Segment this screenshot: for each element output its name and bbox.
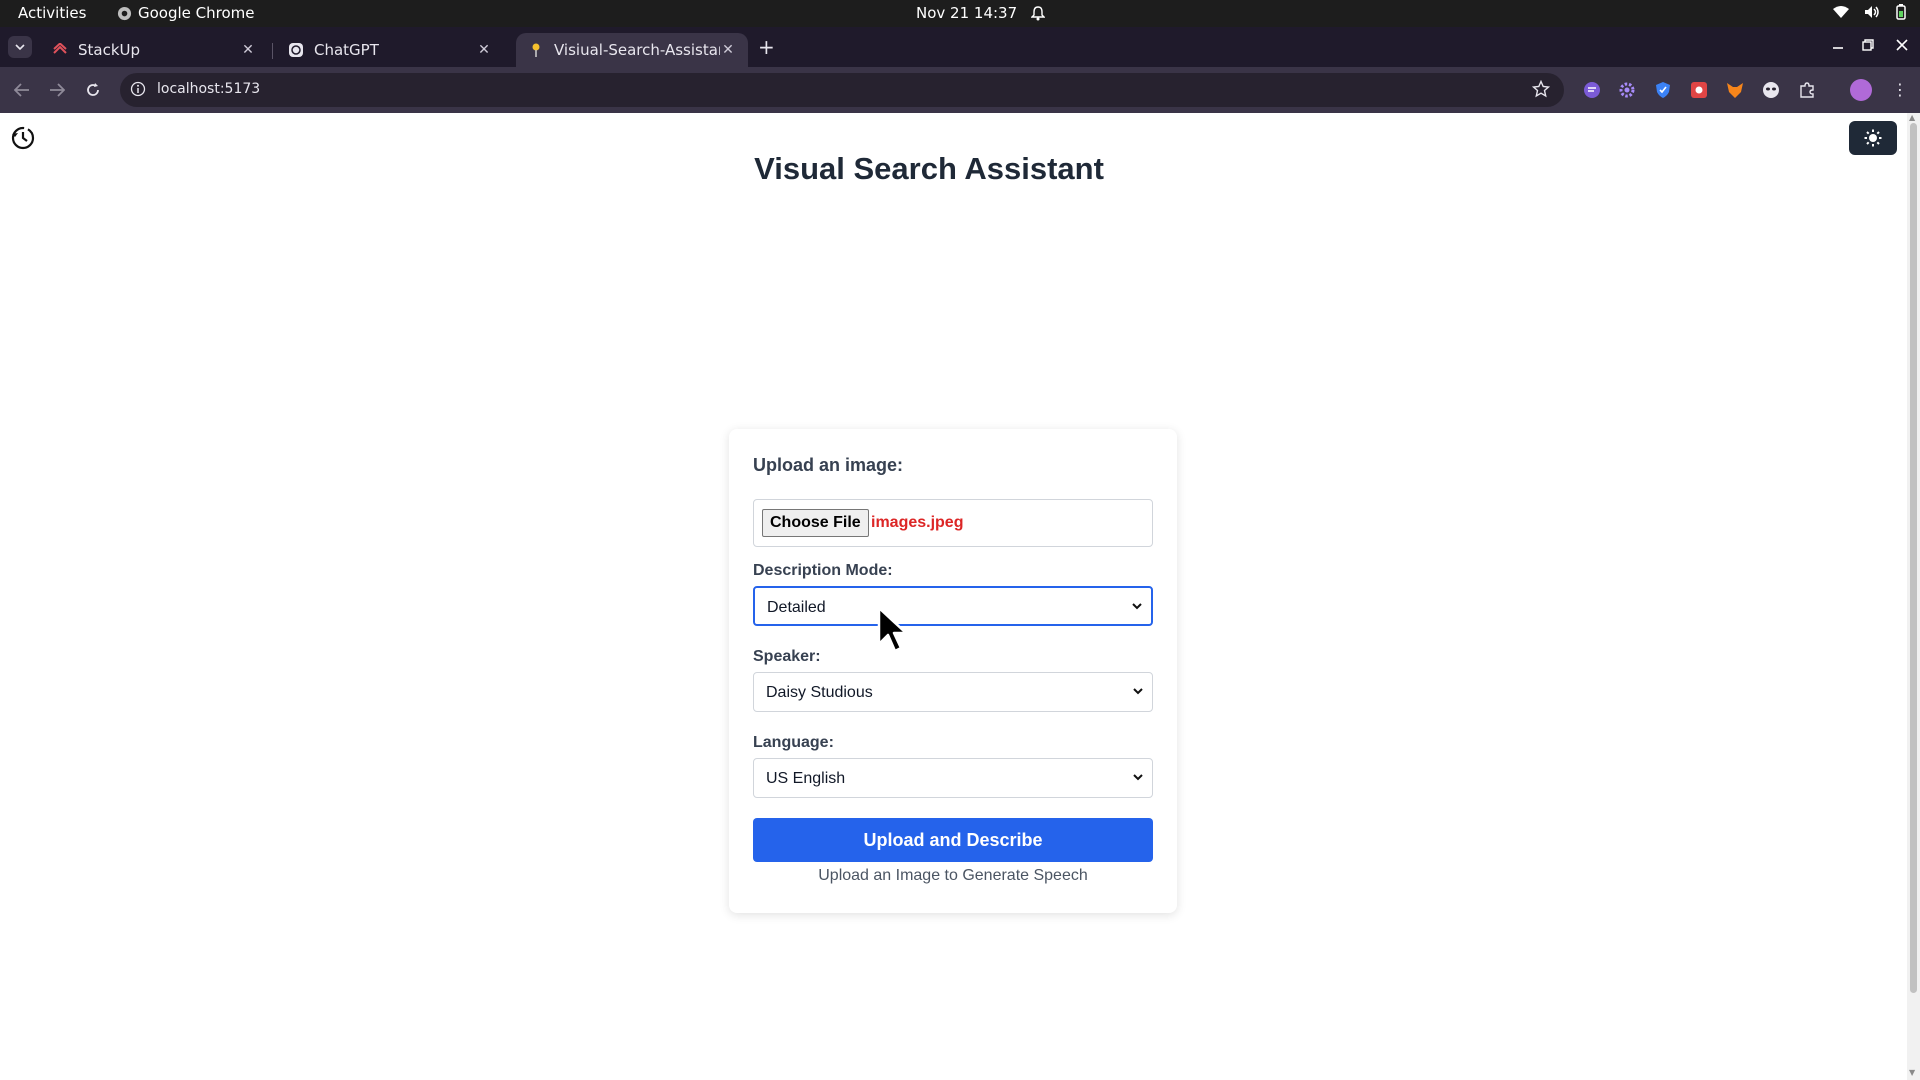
upload-card: Upload an image: Choose File images.jpeg… [729,429,1177,913]
tab-visual-search-assistant[interactable]: Visiual-Search-Assistant ✕ [516,33,748,67]
ext-mask-icon[interactable] [1761,80,1781,100]
bookmark-star-icon[interactable] [1531,79,1551,102]
minimize-button[interactable] [1832,39,1844,55]
scroll-down-arrow[interactable]: ▼ [1909,1068,1915,1077]
os-top-bar: Activities Google Chrome Nov 21 14:37 [0,0,1920,27]
forward-button[interactable] [47,80,67,100]
tab-title: Visiual-Search-Assistant [554,41,720,59]
scrollbar-thumb[interactable] [1910,123,1917,993]
volume-icon [1865,6,1879,18]
close-icon[interactable]: ✕ [720,42,736,58]
tab-chatgpt[interactable]: ChatGPT ✕ [276,33,504,67]
ext-fox-icon[interactable] [1725,80,1745,100]
activities-button[interactable]: Activities [18,4,86,22]
datetime: Nov 21 14:37 [916,4,1018,22]
puzzle-icon[interactable] [1797,80,1817,100]
tab-title: ChatGPT [314,41,379,59]
app-name: Google Chrome [138,4,255,22]
restore-icon [1862,39,1874,51]
restore-button[interactable] [1862,39,1874,55]
reload-icon [87,83,99,96]
chevron-down-icon [1133,688,1143,695]
description-mode-value: Detailed [767,599,826,616]
ext-red-icon[interactable] [1689,80,1709,100]
upload-and-describe-button[interactable]: Upload and Describe [753,818,1153,862]
description-mode-select[interactable]: Detailed [753,586,1153,626]
page-title: Visual Search Assistant [754,151,1104,186]
language-label: Language: [753,734,834,751]
clock[interactable]: Nov 21 14:37 [916,4,1046,22]
chevron-down-icon [1133,774,1143,781]
minimize-icon [1833,47,1843,49]
speaker-value: Daisy Studious [766,684,873,701]
address-bar[interactable]: localhost:5173 [120,73,1564,107]
close-window-button[interactable] [1896,39,1908,55]
profile-avatar[interactable] [1850,79,1872,101]
bell-icon [1031,5,1046,20]
arrow-left-icon [14,83,29,97]
tab-search-button[interactable] [8,36,32,58]
app-menu[interactable]: Google Chrome [117,4,255,22]
chevron-down-icon [15,44,25,50]
description-mode-label: Description Mode: [753,562,893,579]
close-icon[interactable]: ✕ [240,42,256,58]
battery-icon [1896,4,1906,20]
url-text: localhost:5173 [157,81,261,97]
page-scrollbar[interactable]: ▲ ▼ [1907,113,1920,1080]
language-select[interactable]: US English [753,758,1153,798]
mouse-cursor-icon [877,606,908,653]
theme-toggle-button[interactable] [1849,121,1897,155]
speaker-label: Speaker: [753,648,821,665]
pin-icon [528,42,544,58]
chevron-down-icon [1132,603,1142,610]
selected-filename: images.jpeg [871,514,964,531]
chrome-icon [117,6,132,20]
site-info-icon[interactable] [130,81,146,101]
page-content: Visual Search Assistant Upload an image:… [0,113,1907,1080]
sun-icon [1864,129,1882,147]
tab-strip: StackUp ✕ ChatGPT ✕ Visiual-Search-Assis… [0,27,1920,67]
new-tab-button[interactable]: + [758,37,775,57]
stackup-icon [52,42,68,58]
scroll-up-arrow[interactable]: ▲ [1909,113,1915,122]
wifi-icon [1833,6,1849,18]
close-icon[interactable]: ✕ [476,42,492,58]
history-icon[interactable] [10,125,36,151]
upload-label: Upload an image: [753,455,904,475]
back-button[interactable] [12,80,32,100]
ext-chat-icon[interactable] [1582,80,1602,100]
language-value: US English [766,770,846,787]
ext-shield-icon[interactable] [1653,80,1673,100]
choose-file-button[interactable]: Choose File [762,509,869,537]
system-tray[interactable] [1832,4,1908,20]
arrow-right-icon [50,83,65,97]
browser-toolbar: localhost:5173 ⋮ [0,67,1920,113]
reload-button[interactable] [83,80,103,100]
tab-separator [272,43,273,59]
status-hint: Upload an Image to Generate Speech [818,867,1088,884]
close-icon [1896,39,1908,51]
chatgpt-icon [288,42,304,58]
speaker-select[interactable]: Daisy Studious [753,672,1153,712]
file-input[interactable]: Choose File images.jpeg [753,499,1153,547]
tab-stackup[interactable]: StackUp ✕ [40,33,268,67]
chrome-menu-icon[interactable]: ⋮ [1892,80,1908,99]
ext-gear-icon[interactable] [1617,80,1637,100]
tab-title: StackUp [78,41,141,59]
